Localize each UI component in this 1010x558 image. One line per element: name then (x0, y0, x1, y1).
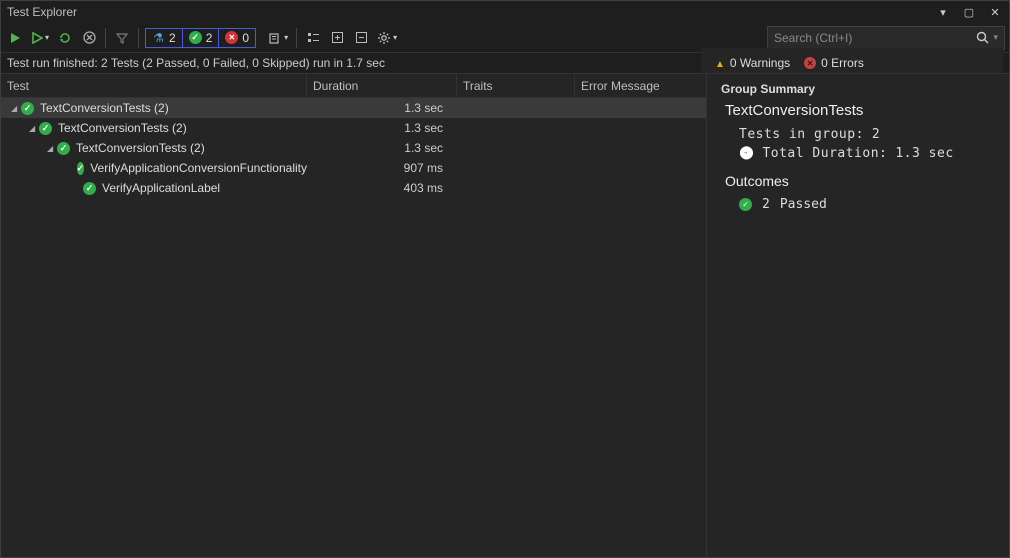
test-row[interactable]: TextConversionTests (2) 1.3 sec (1, 138, 706, 158)
summary-panel: Group Summary TextConversionTests Tests … (707, 74, 1009, 557)
search-field[interactable] (774, 31, 976, 45)
pass-icon (77, 162, 85, 175)
playlist-button[interactable]: ▾ (266, 27, 290, 49)
test-duration: 1.3 sec (307, 101, 457, 115)
test-name: VerifyApplicationConversionFunctionality (90, 161, 307, 175)
search-icon[interactable] (976, 31, 989, 44)
repeat-run-button[interactable] (55, 27, 75, 49)
status-bar: Test run finished: 2 Tests (2 Passed, 0 … (1, 53, 1009, 73)
warning-icon (715, 56, 725, 70)
test-rows: TextConversionTests (2)1.3 secTextConver… (1, 98, 706, 557)
test-row[interactable]: VerifyApplicationLabel 403 ms (1, 178, 706, 198)
search-dropdown-icon[interactable]: ▾ (989, 32, 998, 43)
filter-button[interactable] (112, 27, 132, 49)
test-duration: 403 ms (307, 181, 457, 195)
col-error[interactable]: Error Message (575, 74, 706, 97)
test-duration: 1.3 sec (307, 121, 457, 135)
status-text: Test run finished: 2 Tests (2 Passed, 0 … (7, 56, 385, 70)
counter-passed-value: 2 (206, 31, 213, 45)
summary-duration: 1.3 sec (895, 146, 953, 161)
outcome-passed-label: Passed (780, 197, 827, 212)
group-by-button[interactable] (303, 27, 323, 49)
col-traits[interactable]: Traits (457, 74, 575, 97)
summary-count-line: Tests in group: 2 (739, 127, 995, 142)
counter-failed-value: 0 (242, 31, 249, 45)
pass-icon (57, 142, 70, 155)
summary-duration-label: Total Duration: (762, 146, 887, 161)
close-icon[interactable] (985, 1, 1005, 23)
test-name: VerifyApplicationLabel (102, 181, 220, 195)
separator (296, 28, 297, 48)
pass-icon (739, 198, 752, 211)
window-title: Test Explorer (5, 5, 77, 19)
summary-count: 2 (872, 127, 880, 142)
test-row[interactable]: TextConversionTests (2) 1.3 sec (1, 98, 706, 118)
window-controls (933, 1, 1005, 23)
pass-icon (189, 31, 202, 44)
run-button[interactable]: ▾ (29, 27, 51, 49)
test-duration: 907 ms (307, 161, 457, 175)
expand-button[interactable] (327, 27, 347, 49)
settings-button[interactable]: ▾ (375, 27, 399, 49)
outcomes-header: Outcomes (725, 173, 995, 189)
test-row[interactable]: TextConversionTests (2) 1.3 sec (1, 118, 706, 138)
maximize-icon[interactable] (959, 1, 979, 23)
status-warnings[interactable]: 0 Warnings (715, 56, 790, 70)
separator (105, 28, 106, 48)
pass-icon (21, 102, 34, 115)
collapse-button[interactable] (351, 27, 371, 49)
flask-icon (152, 31, 165, 44)
outcome-passed-count: 2 (762, 197, 770, 212)
counter-total[interactable]: 2 (146, 29, 183, 47)
column-headers: Test Duration Traits Error Message (1, 74, 706, 98)
col-test[interactable]: Test (1, 74, 307, 97)
counter-failed[interactable]: 0 (219, 29, 255, 47)
summary-group-name: TextConversionTests (725, 102, 995, 119)
summary-count-label: Tests in group: (739, 127, 864, 142)
summary-header: Group Summary (721, 82, 995, 96)
test-name: TextConversionTests (2) (40, 101, 169, 115)
test-name: TextConversionTests (2) (58, 121, 187, 135)
pass-icon (39, 122, 52, 135)
expand-caret-icon[interactable] (47, 143, 57, 154)
test-counters: 2 2 0 (145, 28, 256, 48)
main-area: Test Duration Traits Error Message TextC… (1, 73, 1009, 557)
test-duration: 1.3 sec (307, 141, 457, 155)
window-menu-icon[interactable] (933, 1, 953, 23)
fail-icon (225, 31, 238, 44)
test-list-panel: Test Duration Traits Error Message TextC… (1, 74, 707, 557)
clock-icon (739, 146, 754, 161)
search-input[interactable]: ▾ (767, 26, 1005, 50)
pass-icon (83, 182, 96, 195)
expand-caret-icon[interactable] (29, 123, 39, 134)
test-row[interactable]: VerifyApplicationConversionFunctionality… (1, 158, 706, 178)
separator (138, 28, 139, 48)
cancel-run-button[interactable] (79, 27, 99, 49)
status-errors[interactable]: 0 Errors (804, 56, 864, 70)
summary-duration-line: Total Duration: 1.3 sec (739, 146, 995, 161)
outcome-passed: 2 Passed (739, 197, 995, 212)
counter-total-value: 2 (169, 31, 176, 45)
col-duration[interactable]: Duration (307, 74, 457, 97)
run-all-button[interactable] (5, 27, 25, 49)
test-name: TextConversionTests (2) (76, 141, 205, 155)
counter-passed[interactable]: 2 (183, 29, 220, 47)
error-icon (804, 57, 816, 69)
titlebar: Test Explorer (1, 1, 1009, 23)
expand-caret-icon[interactable] (11, 103, 21, 114)
